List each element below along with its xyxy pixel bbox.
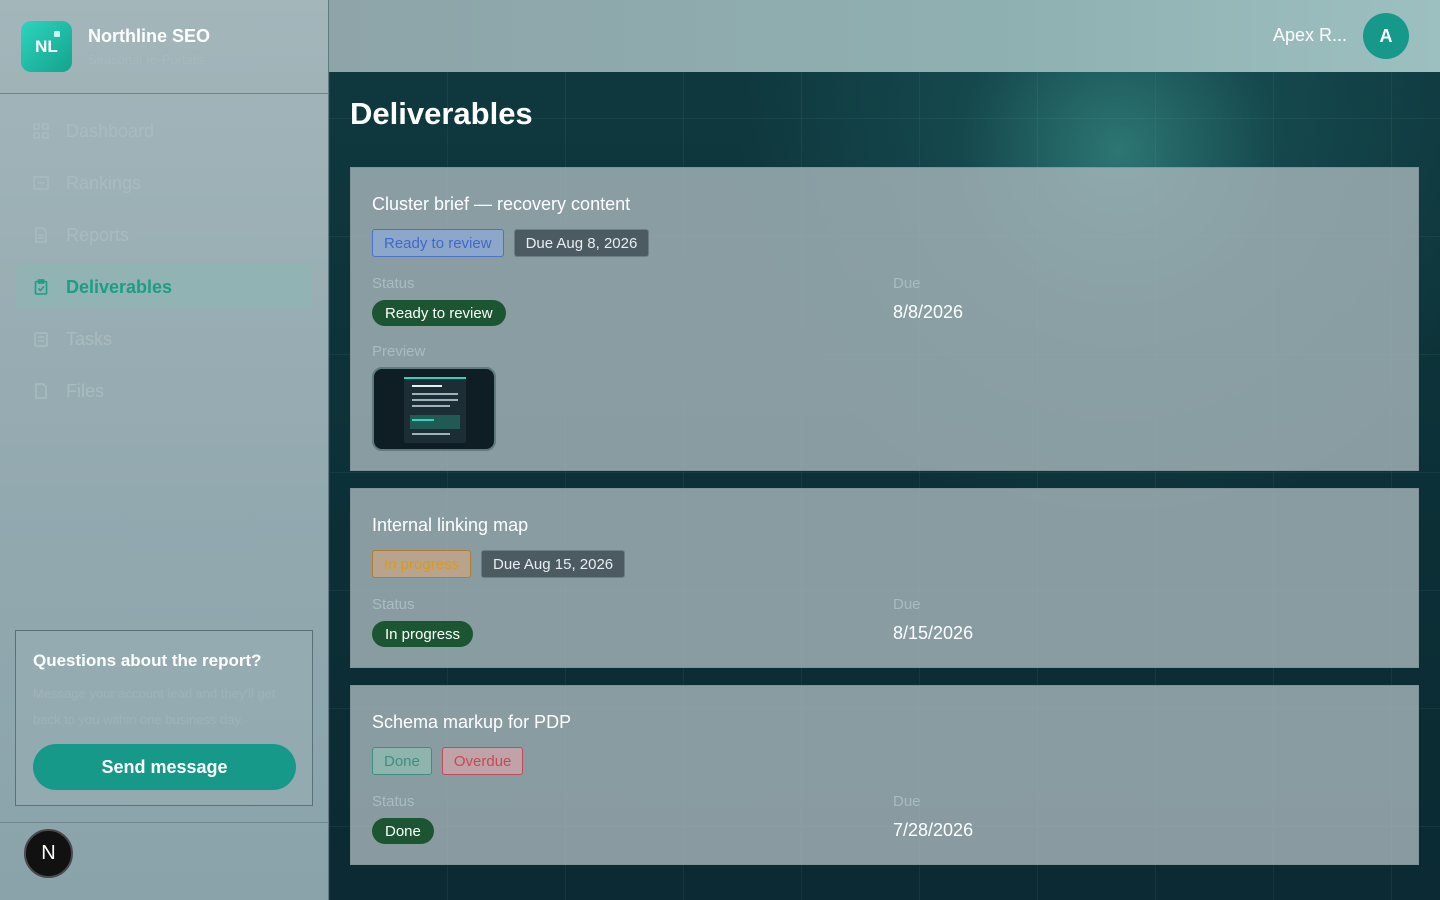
- folder-icon: [32, 382, 50, 400]
- help-card: Questions about the report? Message your…: [15, 630, 313, 806]
- avatar[interactable]: A: [1363, 13, 1409, 59]
- brand-name: Northline SEO: [88, 26, 211, 46]
- tag-row: In progress Due Aug 15, 2026: [372, 550, 626, 578]
- status-pill: In progress: [372, 621, 474, 647]
- clipboard-icon: [32, 278, 50, 296]
- help-title: Questions about the report?: [33, 651, 262, 670]
- page-title: Deliverables: [350, 96, 533, 131]
- status-label: Status: [372, 793, 415, 810]
- sidebar-item-label: Dashboard: [66, 120, 155, 141]
- document-icon: [32, 226, 50, 244]
- logo-dot: [54, 31, 60, 37]
- tag-row: Done Overdue: [372, 747, 524, 775]
- status-badge: In progress: [372, 550, 472, 578]
- sidebar-item-label: Files: [66, 380, 105, 401]
- sidebar-footer: N: [0, 822, 329, 900]
- grid-icon: [32, 122, 50, 140]
- preview-label: Preview: [372, 343, 426, 360]
- sidebar-item-label: Deliverables: [66, 276, 173, 297]
- sidebar-item-label: Tasks: [66, 328, 113, 349]
- deliverable-card[interactable]: Cluster brief — recovery content Ready t…: [350, 167, 1419, 471]
- account-name[interactable]: Apex R...: [1273, 25, 1347, 46]
- brand-logo[interactable]: NL: [21, 21, 72, 72]
- sidebar-item-dashboard[interactable]: Dashboard: [16, 108, 312, 154]
- preview-thumbnail[interactable]: [372, 367, 496, 451]
- deliverable-title: Internal linking map: [372, 515, 529, 535]
- main-content: Apex R... A Deliverables Cluster brief —…: [329, 0, 1440, 900]
- status-label: Status: [372, 596, 415, 613]
- sidebar-item-files[interactable]: Files: [16, 368, 312, 414]
- checklist-icon: [32, 330, 50, 348]
- due-label: Due: [893, 793, 921, 810]
- status-pill: Done: [372, 818, 434, 844]
- brand-logo-text: NL: [35, 36, 58, 56]
- sidebar-nav: Dashboard Rankings Reports Deliverables …: [16, 108, 312, 420]
- due-badge: Due Aug 15, 2026: [481, 550, 626, 578]
- sidebar-item-reports[interactable]: Reports: [16, 212, 312, 258]
- preview-accent-bar: [404, 377, 466, 379]
- sidebar-item-deliverables[interactable]: Deliverables: [16, 264, 312, 310]
- chart-icon: [32, 174, 50, 192]
- help-text: Message your account lead and they'll ge…: [33, 686, 276, 727]
- status-badge: Ready to review: [372, 229, 504, 257]
- due-label: Due: [893, 596, 921, 613]
- n-logo-badge[interactable]: N: [24, 829, 73, 878]
- tag-row: Ready to review Due Aug 8, 2026: [372, 229, 650, 257]
- deliverable-card[interactable]: Schema markup for PDP Done Overdue Statu…: [350, 685, 1419, 865]
- sidebar-item-tasks[interactable]: Tasks: [16, 316, 312, 362]
- due-date: 8/15/2026: [893, 623, 974, 643]
- sidebar-item-rankings[interactable]: Rankings: [16, 160, 312, 206]
- due-badge: Due Aug 8, 2026: [513, 229, 650, 257]
- status-badge: Done: [372, 747, 432, 775]
- document-preview-icon: [404, 377, 466, 443]
- deliverable-card[interactable]: Internal linking map In progress Due Aug…: [350, 488, 1419, 668]
- brand-header: NL Northline SEO Seasonal re-Portalis: [0, 0, 329, 94]
- deliverable-title: Cluster brief — recovery content: [372, 194, 631, 214]
- brand-subtitle: Seasonal re-Portalis: [88, 52, 206, 67]
- status-label: Status: [372, 275, 415, 292]
- deliverable-title: Schema markup for PDP: [372, 712, 572, 732]
- topbar: Apex R... A: [329, 0, 1440, 72]
- status-pill: Ready to review: [372, 300, 506, 326]
- sidebar: NL Northline SEO Seasonal re-Portalis Da…: [0, 0, 329, 900]
- send-message-button[interactable]: Send message: [33, 744, 296, 790]
- due-date: 8/8/2026: [893, 302, 964, 322]
- due-date: 7/28/2026: [893, 820, 974, 840]
- sidebar-item-label: Rankings: [66, 172, 142, 193]
- due-label: Due: [893, 275, 921, 292]
- overdue-badge: Overdue: [441, 747, 524, 775]
- sidebar-item-label: Reports: [66, 224, 130, 245]
